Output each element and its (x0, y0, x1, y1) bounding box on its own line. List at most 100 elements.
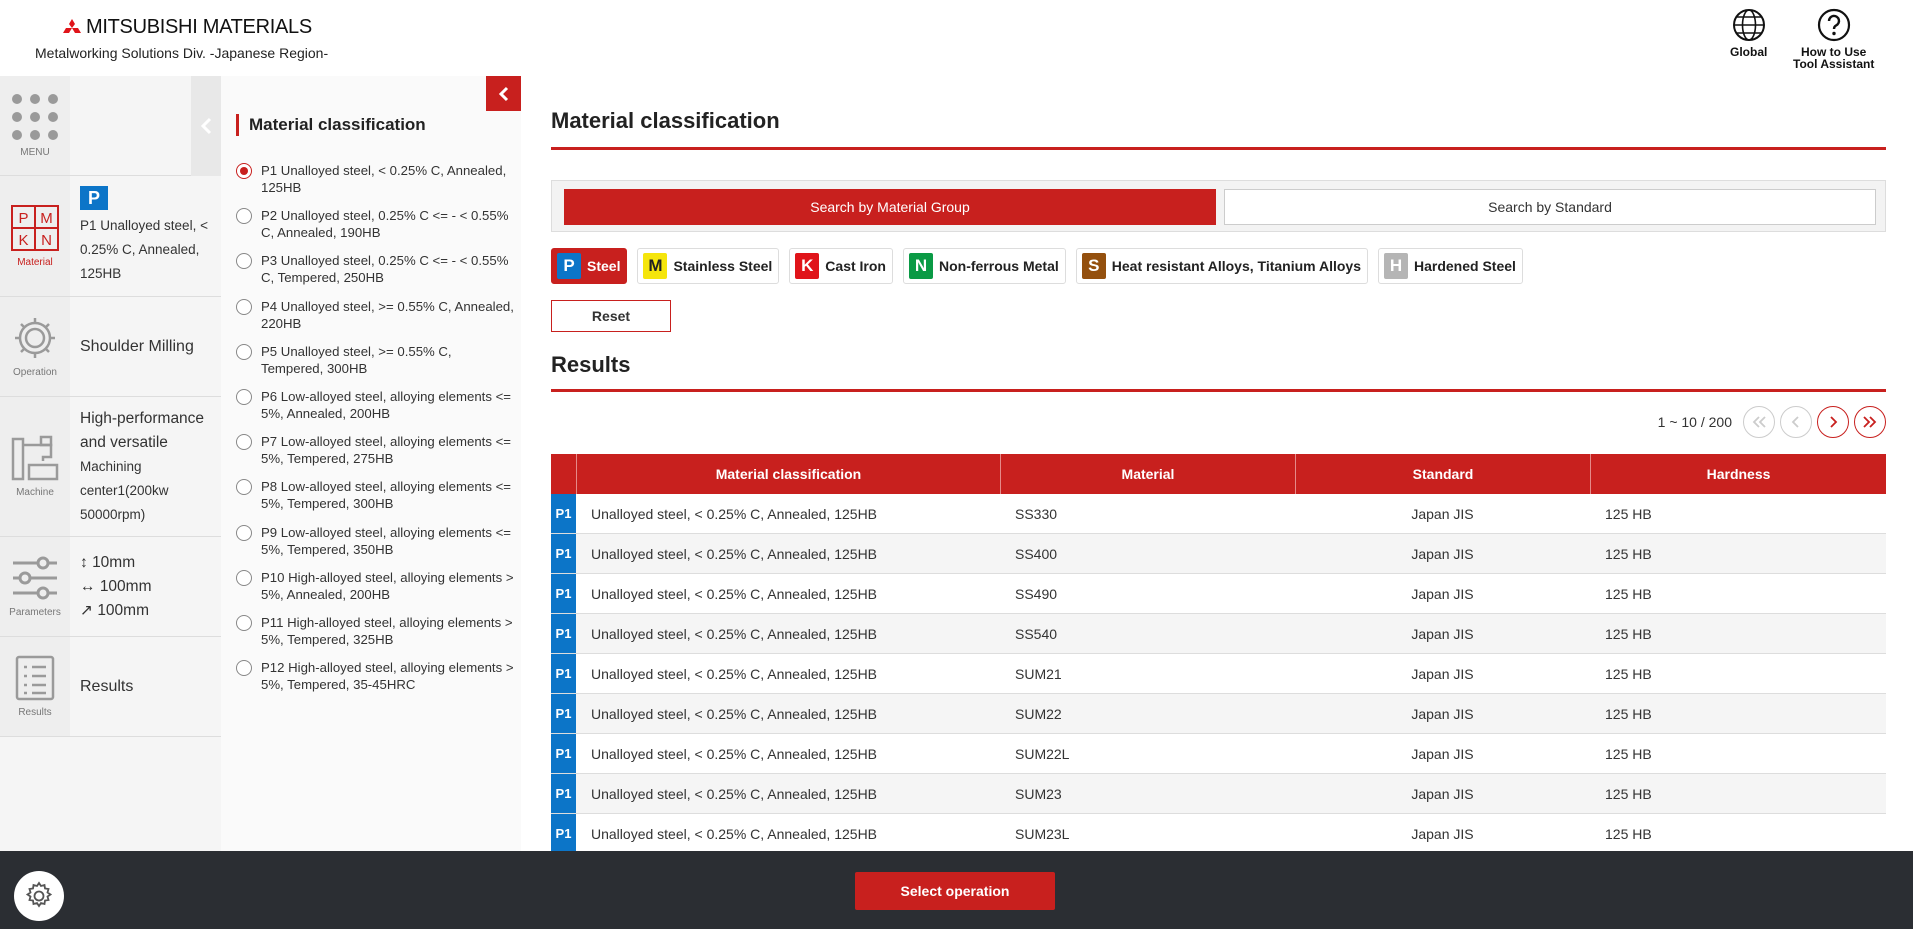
machine-nav-button[interactable]: Machine (0, 397, 70, 536)
grid-dots-icon (12, 94, 58, 140)
param-depth: ↕ 10mm (80, 553, 136, 571)
operation-nav-button[interactable]: Operation (0, 297, 70, 396)
app-header: MITSUBISHI MATERIALS Metalworking Soluti… (0, 0, 1913, 76)
classification-option[interactable]: P1 Unalloyed steel, < 0.25% C, Annealed,… (236, 162, 516, 196)
classification-option[interactable]: P6 Low-alloyed steel, alloying elements … (236, 388, 516, 422)
table-row[interactable]: P1 Unalloyed steel, < 0.25% C, Annealed, … (551, 814, 1886, 854)
radio-button[interactable] (236, 298, 252, 315)
radio-button[interactable] (236, 569, 252, 586)
material-group-badge: P (557, 253, 581, 279)
material-group-m[interactable]: M Stainless Steel (637, 248, 780, 284)
table-row[interactable]: P1 Unalloyed steel, < 0.25% C, Annealed, … (551, 534, 1886, 574)
row-standard: Japan JIS (1411, 505, 1474, 522)
brand-name: MITSUBISHI MATERIALS (86, 16, 312, 38)
radio-button[interactable] (236, 479, 252, 496)
global-button[interactable]: Global (1730, 8, 1767, 58)
radio-button[interactable] (236, 389, 252, 405)
machine-icon (11, 435, 59, 481)
radio-button[interactable] (236, 524, 252, 541)
radio-button[interactable] (236, 253, 252, 270)
select-operation-button[interactable]: Select operation (855, 872, 1055, 910)
classification-option[interactable]: P11 High-alloyed steel, alloying element… (236, 614, 516, 648)
nav-parameters-row[interactable]: Parameters ↕ 10mm ↔ 100mm ↗ 100mm (0, 537, 221, 637)
first-page-button[interactable] (1743, 406, 1775, 438)
classification-option-label: P10 High-alloyed steel, alloying element… (261, 569, 514, 602)
material-group-h[interactable]: H Hardened Steel (1378, 248, 1523, 284)
brand-logo[interactable]: MITSUBISHI MATERIALS (62, 16, 312, 39)
radio-button[interactable] (236, 615, 252, 631)
reset-button[interactable]: Reset (551, 300, 671, 332)
row-classification: Unalloyed steel, < 0.25% C, Annealed, 12… (591, 705, 878, 722)
search-by-group-button[interactable]: Search by Material Group (564, 189, 1216, 225)
material-group-k[interactable]: K Cast Iron (789, 248, 893, 284)
radio-button[interactable] (236, 163, 252, 179)
classification-option[interactable]: P3 Unalloyed steel, 0.25% C <= - < 0.55%… (236, 252, 516, 286)
row-standard: Japan JIS (1411, 705, 1474, 722)
radio-button[interactable] (236, 343, 252, 360)
svg-text:M: M (40, 210, 53, 227)
list-icon (15, 655, 55, 701)
classification-option[interactable]: P10 High-alloyed steel, alloying element… (236, 569, 516, 603)
operation-nav-label: Operation (13, 367, 57, 378)
table-row[interactable]: P1 Unalloyed steel, < 0.25% C, Annealed, … (551, 494, 1886, 534)
material-group-n[interactable]: N Non-ferrous Metal (902, 248, 1066, 284)
row-material: SUM22 (1015, 705, 1062, 722)
header-standard: Standard (1295, 454, 1590, 494)
radio-button[interactable] (236, 660, 252, 677)
classification-option[interactable]: P9 Low-alloyed steel, alloying elements … (236, 524, 516, 558)
param-length: ↗ 100mm (80, 601, 149, 619)
table-row[interactable]: P1 Unalloyed steel, < 0.25% C, Annealed, … (551, 734, 1886, 774)
pagination-count: 1 ~ 10 / 200 (1657, 414, 1732, 430)
machine-title: High-performance and versatile (80, 409, 205, 451)
nav-operation-row[interactable]: Operation Shoulder Milling (0, 297, 221, 397)
chevron-left-icon (1791, 416, 1799, 428)
table-row[interactable]: P1 Unalloyed steel, < 0.25% C, Annealed, … (551, 614, 1886, 654)
row-classification: Unalloyed steel, < 0.25% C, Annealed, 12… (591, 825, 878, 842)
nav-machine-row[interactable]: Machine High-performance and versatile M… (0, 397, 221, 537)
row-tag: P1 (551, 534, 576, 573)
radio-button[interactable] (236, 208, 252, 225)
header-classification: Material classification (576, 454, 1000, 494)
classification-option[interactable]: P4 Unalloyed steel, >= 0.55% C, Annealed… (236, 298, 516, 332)
material-group-badge: N (908, 253, 933, 279)
brand-subtitle: Metalworking Solutions Div. -Japanese Re… (35, 45, 329, 61)
table-row[interactable]: P1 Unalloyed steel, < 0.25% C, Annealed, … (551, 694, 1886, 734)
material-group-badge: M (643, 253, 668, 279)
panel-close-button[interactable] (486, 76, 521, 111)
nav-material-row[interactable]: P M K N Material P P1 Unalloyed steel, <… (0, 176, 221, 297)
prev-page-button[interactable] (1780, 406, 1812, 438)
table-row[interactable]: P1 Unalloyed steel, < 0.25% C, Annealed, … (551, 774, 1886, 814)
material-nav-button[interactable]: P M K N Material (0, 176, 70, 296)
material-group-label: Heat resistant Alloys, Titanium Alloys (1111, 258, 1361, 274)
last-page-button[interactable] (1854, 406, 1886, 438)
search-by-standard-button[interactable]: Search by Standard (1224, 189, 1876, 225)
row-tag: P1 (551, 774, 576, 813)
table-row[interactable]: P1 Unalloyed steel, < 0.25% C, Annealed, … (551, 574, 1886, 614)
classification-option[interactable]: P8 Low-alloyed steel, alloying elements … (236, 478, 516, 512)
results-nav-button[interactable]: Results (0, 637, 70, 736)
menu-button[interactable]: MENU (0, 76, 70, 175)
material-group-p[interactable]: P Steel (551, 248, 628, 284)
how-to-use-button[interactable]: How to Use Tool Assistant (1793, 8, 1874, 70)
classification-option[interactable]: P12 High-alloyed steel, alloying element… (236, 659, 516, 693)
header-material: Material (1000, 454, 1295, 494)
radio-button[interactable] (236, 434, 252, 451)
row-standard: Japan JIS (1411, 545, 1474, 562)
parameters-nav-button[interactable]: Parameters (0, 537, 70, 636)
material-group-badge: H (1384, 253, 1408, 279)
nav-results-row[interactable]: Results Results (0, 637, 221, 737)
classification-option[interactable]: P7 Low-alloyed steel, alloying elements … (236, 433, 516, 467)
param-width: ↔ 100mm (80, 577, 152, 595)
table-row[interactable]: P1 Unalloyed steel, < 0.25% C, Annealed, … (551, 654, 1886, 694)
classification-option[interactable]: P2 Unalloyed steel, 0.25% C <= - < 0.55%… (236, 207, 516, 241)
nav-collapse-button[interactable] (191, 76, 221, 176)
classification-option[interactable]: P5 Unalloyed steel, >= 0.55% C, Tempered… (236, 343, 516, 377)
main-content: Material classification Search by Materi… (551, 76, 1886, 854)
next-page-button[interactable] (1817, 406, 1849, 438)
table-body: P1 Unalloyed steel, < 0.25% C, Annealed, … (551, 494, 1886, 854)
double-chevron-left-icon (1752, 416, 1766, 428)
classification-panel: Material classification P1 Unalloyed ste… (221, 76, 521, 851)
settings-button[interactable] (14, 871, 64, 921)
results-table: Material classification Material Standar… (551, 454, 1886, 854)
material-group-s[interactable]: S Heat resistant Alloys, Titanium Alloys (1075, 248, 1368, 284)
